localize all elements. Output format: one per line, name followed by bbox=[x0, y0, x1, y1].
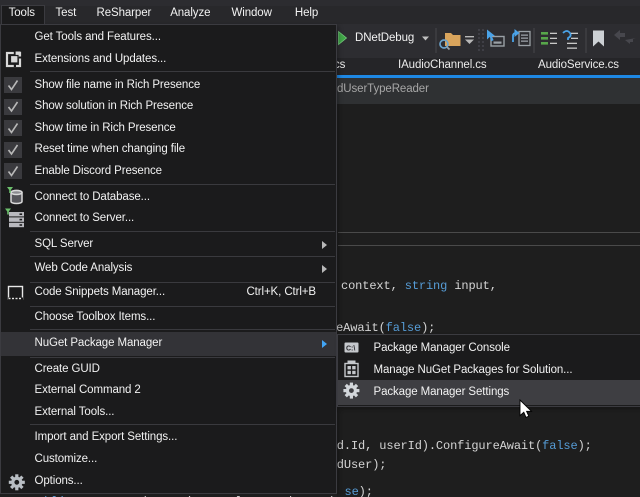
svg-text:C:\: C:\ bbox=[346, 346, 355, 353]
